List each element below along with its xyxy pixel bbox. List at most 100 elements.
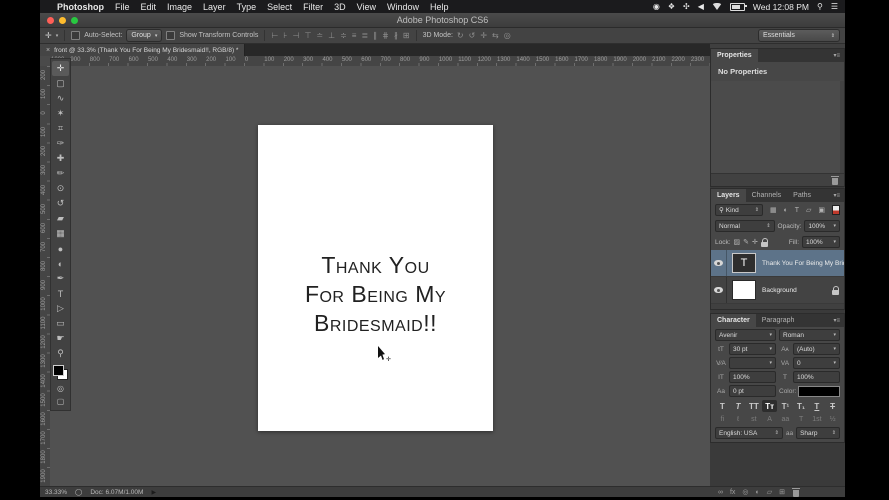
window-titlebar[interactable]: Adobe Photoshop CS6: [40, 13, 845, 28]
type-style-button[interactable]: T: [810, 400, 825, 412]
delete-layer-icon[interactable]: [792, 487, 800, 497]
opentype-button[interactable]: aa: [778, 414, 793, 424]
filter-adjustment-layers-icon[interactable]: ◐: [784, 207, 788, 214]
layer-name[interactable]: Thank You For Being My Bride...: [762, 260, 844, 267]
document-tab[interactable]: × front @ 33.3% (Thank You For Being My …: [40, 44, 246, 56]
distribute-horizontal-centers-icon[interactable]: ⋕: [382, 31, 389, 40]
tab-layers[interactable]: Layers: [711, 189, 746, 202]
marquee-tool[interactable]: ▢: [52, 76, 69, 91]
align-right-edges-icon[interactable]: ⊣: [292, 31, 299, 40]
opentype-button[interactable]: st: [747, 414, 762, 424]
distribute-vertical-centers-icon[interactable]: ≡: [352, 31, 357, 40]
align-top-edges-icon[interactable]: ⊤: [304, 31, 311, 40]
shape-tool[interactable]: ▭: [52, 316, 69, 331]
volume-icon[interactable]: ◀: [698, 2, 704, 11]
menu-item[interactable]: Layer: [203, 2, 226, 12]
type-tool[interactable]: T: [52, 286, 69, 301]
tracking-dropdown[interactable]: 0 ▾: [793, 357, 840, 369]
menu-item[interactable]: View: [357, 2, 376, 12]
baseline-shift-field[interactable]: 0 pt: [729, 385, 776, 397]
tab-properties[interactable]: Properties: [711, 49, 758, 62]
lock-pixels-icon[interactable]: ✎: [743, 238, 749, 246]
layer-name[interactable]: Background: [762, 287, 832, 294]
align-bottom-edges-icon[interactable]: ⊥: [328, 31, 335, 40]
filter-smart-objects-icon[interactable]: ▣: [818, 206, 825, 214]
hand-tool[interactable]: ☛: [52, 331, 69, 346]
font-size-dropdown[interactable]: 30 pt ▾: [729, 343, 776, 355]
distribute-left-edges-icon[interactable]: ∥: [373, 31, 377, 40]
type-style-button[interactable]: T: [825, 400, 840, 412]
eyedropper-tool[interactable]: ✑: [52, 136, 69, 151]
crop-tool[interactable]: ⌗: [52, 121, 69, 136]
lock-transparency-icon[interactable]: ▨: [734, 238, 741, 246]
opentype-button[interactable]: fi: [715, 414, 730, 424]
tab-character[interactable]: Character: [711, 314, 756, 327]
layer-row-text[interactable]: T Thank You For Being My Bride...: [711, 250, 844, 277]
menu-item[interactable]: Type: [237, 2, 257, 12]
align-left-edges-icon[interactable]: ⊢: [271, 31, 278, 40]
type-style-button[interactable]: T₁: [794, 400, 809, 412]
auto-select-dropdown[interactable]: Group ▾: [126, 29, 163, 42]
document-canvas[interactable]: Thank You For Being My Bridesmaid!!: [258, 125, 493, 431]
screen-mode-button[interactable]: ▢: [52, 395, 69, 408]
distribute-top-edges-icon[interactable]: ≑: [340, 31, 347, 40]
menu-item[interactable]: 3D: [334, 2, 346, 12]
menu-item[interactable]: File: [115, 2, 130, 12]
battery-icon[interactable]: [729, 2, 747, 11]
opentype-button[interactable]: T: [794, 414, 809, 424]
layer-mask-icon[interactable]: ◎: [742, 488, 748, 496]
close-tab-icon[interactable]: ×: [46, 47, 50, 54]
fill-dropdown[interactable]: 100% ▾: [802, 236, 840, 248]
healing-brush-tool[interactable]: ✚: [52, 151, 69, 166]
3d-scale-icon[interactable]: ◎: [504, 31, 511, 40]
blur-tool[interactable]: ●: [52, 241, 69, 256]
3d-slide-icon[interactable]: ⇆: [492, 31, 499, 40]
clone-stamp-tool[interactable]: ⊙: [52, 181, 69, 196]
opentype-button[interactable]: ½: [825, 414, 840, 424]
pen-tool[interactable]: ✒: [52, 271, 69, 286]
align-horizontal-centers-icon[interactable]: ⊦: [283, 31, 287, 40]
text-layer-thumbnail[interactable]: T: [732, 253, 756, 273]
status-flyout-icon[interactable]: ▶: [151, 489, 156, 496]
align-vertical-centers-icon[interactable]: ≐: [316, 31, 323, 40]
filter-shape-layers-icon[interactable]: ▱: [806, 206, 811, 214]
type-style-button[interactable]: T: [731, 400, 746, 412]
opentype-button[interactable]: 1st: [810, 414, 825, 424]
visibility-toggle[interactable]: [711, 277, 727, 303]
3d-drag-icon[interactable]: ✛: [480, 31, 487, 40]
preset-arrow-icon[interactable]: ▾: [56, 33, 59, 39]
layer-effects-icon[interactable]: fx: [730, 489, 735, 496]
auto-align-layers-icon[interactable]: ⊞: [403, 31, 410, 40]
tab-paths[interactable]: Paths: [787, 189, 817, 202]
menu-item[interactable]: Image: [167, 2, 192, 12]
menubar-clock[interactable]: Wed 12:08 PM: [753, 2, 809, 12]
opentype-button[interactable]: A: [762, 414, 777, 424]
panel-menu-icon[interactable]: ▾≡: [833, 314, 844, 327]
filter-type-layers-icon[interactable]: T: [795, 207, 799, 214]
wifi-icon[interactable]: [711, 3, 722, 10]
tab-channels[interactable]: Channels: [746, 189, 788, 202]
panel-menu-icon[interactable]: ▾≡: [833, 49, 844, 62]
opentype-button[interactable]: ℓ: [731, 414, 746, 424]
layer-row-background[interactable]: Background: [711, 277, 844, 304]
tab-paragraph[interactable]: Paragraph: [756, 314, 801, 327]
brush-tool[interactable]: ✏: [52, 166, 69, 181]
dodge-tool[interactable]: ◐: [52, 256, 69, 271]
dropbox-icon[interactable]: ❖: [668, 2, 675, 11]
foreground-color-swatch[interactable]: [53, 365, 64, 376]
anti-alias-dropdown[interactable]: Sharp ⇕: [796, 427, 840, 439]
leading-dropdown[interactable]: (Auto) ▾: [793, 343, 840, 355]
menu-item[interactable]: Edit: [141, 2, 157, 12]
font-family-dropdown[interactable]: Avenir ▾: [715, 329, 776, 341]
menu-item[interactable]: Photoshop: [57, 2, 104, 12]
canvas-workspace[interactable]: Thank You For Being My Bridesmaid!! ✛: [50, 66, 710, 487]
menu-item[interactable]: Filter: [303, 2, 323, 12]
move-tool-preset-icon[interactable]: ✛: [45, 31, 52, 40]
screen-record-icon[interactable]: ◉: [653, 2, 660, 11]
link-layers-icon[interactable]: ∞: [718, 489, 723, 496]
quick-mask-button[interactable]: ◎: [52, 382, 69, 395]
path-selection-tool[interactable]: ▷: [52, 301, 69, 316]
layer-filter-dropdown[interactable]: ⚲ Kind ⇕: [715, 204, 763, 216]
kerning-dropdown[interactable]: ▾: [729, 357, 776, 369]
zoom-tool[interactable]: ⚲: [52, 346, 69, 361]
